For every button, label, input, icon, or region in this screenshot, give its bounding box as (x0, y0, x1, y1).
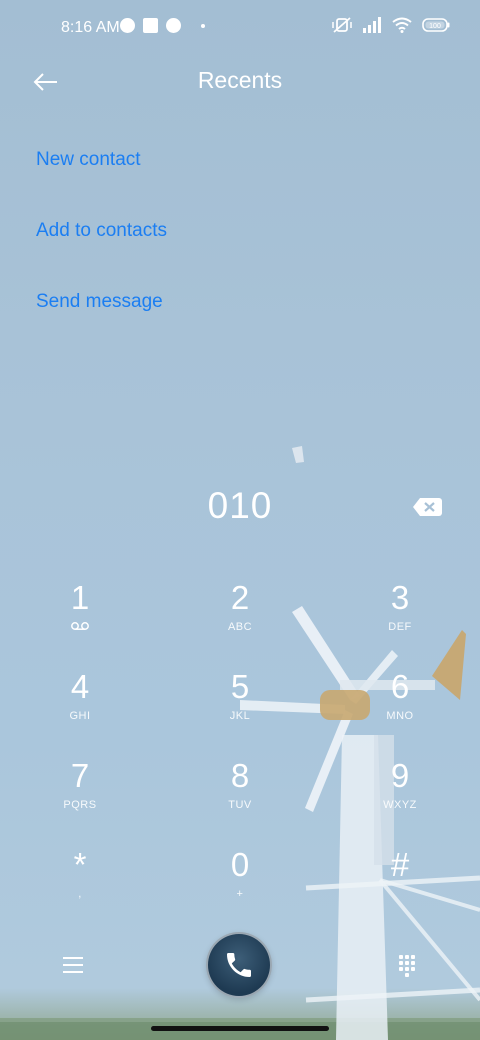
key-digit: 1 (70, 579, 90, 616)
menu-button[interactable] (56, 950, 90, 980)
hamburger-menu-icon (63, 957, 83, 973)
key-7[interactable]: 7 PQRS (10, 757, 150, 837)
dialpad-toggle-button[interactable] (390, 948, 424, 982)
call-button[interactable] (206, 932, 272, 998)
key-letters: + (236, 888, 244, 900)
key-3[interactable]: 3 DEF (330, 579, 470, 659)
notification-icons (120, 18, 205, 33)
key-0[interactable]: 0 + (170, 846, 310, 926)
phone-call-icon (227, 953, 251, 977)
key-letters: GHI (69, 710, 91, 722)
app-header: Recents (0, 56, 480, 108)
signal-icon (363, 17, 381, 33)
key-digit: 0 (230, 846, 250, 883)
key-1[interactable]: 1 (10, 579, 150, 659)
key-5[interactable]: 5 JKL (170, 668, 310, 748)
key-letters: MNO (386, 710, 414, 722)
key-hash[interactable]: # (330, 846, 470, 926)
key-letters (330, 888, 470, 902)
wifi-icon (392, 17, 412, 33)
key-9[interactable]: 9 WXYZ (330, 757, 470, 837)
page-title: Recents (197, 67, 283, 93)
notification-round-icon (166, 18, 181, 33)
key-6[interactable]: 6 MNO (330, 668, 470, 748)
key-2[interactable]: 2 ABC (170, 579, 310, 659)
key-4[interactable]: 4 GHI (10, 668, 150, 748)
home-indicator[interactable] (151, 1026, 329, 1031)
key-digit: * (73, 846, 87, 883)
add-to-contacts-link[interactable]: Add to contacts (36, 220, 167, 242)
dialed-number: 010 (207, 485, 273, 526)
key-digit: 9 (390, 757, 410, 794)
key-star[interactable]: * , (10, 846, 150, 926)
battery-icon: 100 (422, 18, 450, 32)
status-bar: 8:16 AM 100 (0, 0, 480, 56)
key-digit: 2 (230, 579, 250, 616)
system-icons: 100 (332, 16, 450, 34)
key-digit: 4 (70, 668, 90, 705)
key-digit: 8 (230, 757, 250, 794)
key-letters: DEF (388, 621, 412, 633)
key-letters: , (78, 888, 82, 900)
status-time: 8:16 AM (61, 19, 120, 36)
key-letters: ABC (227, 621, 253, 633)
voicemail-icon (10, 619, 150, 633)
key-digit: 3 (390, 579, 410, 616)
key-digit: 5 (230, 668, 250, 705)
key-digit: 6 (390, 668, 410, 705)
dot-icon (201, 23, 205, 28)
backspace-icon (413, 498, 442, 516)
key-digit: 7 (70, 757, 90, 794)
notification-round-icon (120, 18, 135, 33)
key-letters: PQRS (63, 799, 97, 811)
key-letters: JKL (229, 710, 251, 722)
key-letters: TUV (228, 799, 252, 811)
key-8[interactable]: 8 TUV (170, 757, 310, 837)
mute-vibrate-icon (332, 17, 352, 33)
dialpad-icon (399, 955, 415, 977)
new-contact-link[interactable]: New contact (36, 149, 141, 171)
key-letters: WXYZ (383, 799, 417, 811)
key-digit: # (390, 846, 410, 883)
backspace-button[interactable] (410, 494, 444, 520)
notification-square-icon (143, 18, 158, 33)
battery-level: 100 (429, 23, 441, 30)
send-message-link[interactable]: Send message (36, 291, 163, 313)
